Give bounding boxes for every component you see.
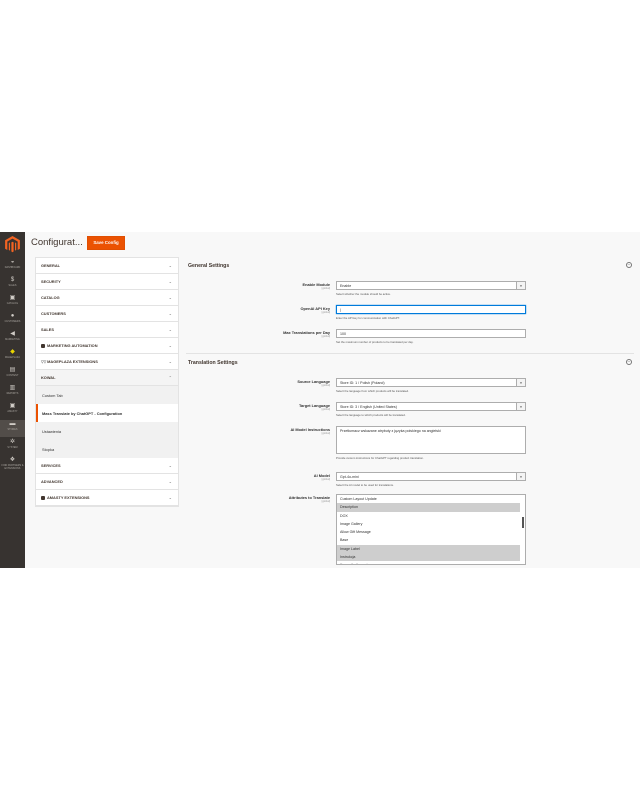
- max-translations-input[interactable]: 100: [336, 329, 526, 338]
- dollar-icon: $: [10, 277, 15, 283]
- attribute-option[interactable]: Description: [337, 503, 520, 512]
- subtab-mass-translate[interactable]: Mass Translate by ChatGPT - Configuratio…: [36, 404, 178, 422]
- admin-menu-reports[interactable]: ▥ REPORTS: [0, 384, 25, 401]
- target-language-select[interactable]: Store ID: 3 / English (United States) ▼: [336, 402, 526, 411]
- tab-security[interactable]: SECURITY ⌄: [36, 274, 178, 290]
- bar-chart-icon: ▥: [9, 385, 16, 391]
- chevron-up-icon: ⌃: [168, 375, 172, 380]
- megaphone-icon: ◀: [10, 331, 15, 337]
- gear-icon: ✲: [9, 439, 16, 445]
- admin-menu-label: SALES: [8, 284, 17, 287]
- admin-menu-dashboard[interactable]: ◒ DASHBOARD: [0, 258, 25, 275]
- chevron-down-icon: ⌄: [168, 311, 172, 316]
- api-key-input[interactable]: |: [336, 305, 526, 314]
- attribute-option[interactable]: DOX: [337, 512, 520, 520]
- mail-icon: [41, 343, 45, 348]
- collapse-icon[interactable]: −: [626, 359, 632, 365]
- tab-amasty-extensions[interactable]: AMASTY EXTENSIONS ⌄: [36, 490, 178, 506]
- save-config-button[interactable]: Save Config: [87, 236, 125, 250]
- cubes-icon: ❖: [9, 457, 16, 463]
- chevron-down-icon: ⌄: [168, 279, 172, 284]
- tab-customers[interactable]: CUSTOMERS ⌄: [36, 306, 178, 322]
- chevron-down-icon: ⌄: [168, 495, 172, 500]
- chevron-down-icon: ⌄: [168, 463, 172, 468]
- tab-services[interactable]: SERVICES ⌄: [36, 458, 178, 474]
- chevron-down-icon: ⌄: [168, 327, 172, 332]
- person-icon: ●: [10, 313, 15, 319]
- subtab-ustawienia[interactable]: Ustawienia: [36, 422, 178, 440]
- attribute-option[interactable]: Base: [337, 536, 520, 544]
- source-language-select[interactable]: Store ID: 1 / Polish (Poland) ▼: [336, 378, 526, 387]
- admin-menu-label: AMASTY: [7, 410, 18, 413]
- admin-menu-marketing[interactable]: ◀ MARKETING: [0, 330, 25, 347]
- chevron-down-icon: ▼: [516, 379, 525, 386]
- subtab-stopka[interactable]: Stopka: [36, 440, 178, 458]
- admin-menu-label: MAGEPLAZA: [4, 356, 21, 359]
- collapse-icon[interactable]: −: [626, 262, 632, 268]
- ai-model-select[interactable]: Gpt-4o-mini ▼: [336, 472, 526, 481]
- general-settings-header[interactable]: General Settings −: [186, 259, 634, 271]
- box-icon: ▣: [9, 295, 16, 301]
- admin-menu-stores[interactable]: ▬ STORES: [0, 420, 25, 437]
- tab-sales[interactable]: SALES ⌄: [36, 322, 178, 338]
- attributes-multiselect[interactable]: Custom Layout Update Description DOX Image …: [336, 494, 526, 565]
- enable-module-select[interactable]: Enable ▼: [336, 281, 526, 290]
- admin-menu-amasty[interactable]: ▣ AMASTY: [0, 402, 25, 419]
- diamond-icon: ◆: [10, 349, 15, 355]
- admin-menu-label: MARKETING: [5, 338, 20, 341]
- layout-icon: ▤: [9, 367, 16, 373]
- page-title: Configurat...: [31, 237, 83, 248]
- ai-instructions-textarea[interactable]: Przetłumacz wskazane atrybuty z języka p…: [336, 426, 526, 454]
- chevron-down-icon: ⌄: [168, 359, 172, 364]
- attribute-option[interactable]: Allow Gift Message: [337, 528, 520, 536]
- admin-menu-label: CONTENT: [6, 374, 19, 377]
- attribute-option[interactable]: Komunikat/uwagi: [337, 561, 520, 564]
- tab-general[interactable]: GENERAL ⌄: [36, 258, 178, 274]
- attribute-option[interactable]: Image Gallery: [337, 520, 520, 528]
- admin-menu-label: STORES: [7, 428, 18, 431]
- translation-settings-header[interactable]: Translation Settings −: [186, 356, 634, 368]
- chevron-down-icon: ⌄: [168, 479, 172, 484]
- chevron-down-icon: ▼: [516, 282, 525, 289]
- magento-logo-icon[interactable]: [5, 236, 20, 253]
- admin-menu-label: REPORTS: [6, 392, 19, 395]
- chevron-down-icon: ⌄: [168, 343, 172, 348]
- amasty-icon: ▣: [9, 403, 16, 409]
- config-tabs: GENERAL ⌄ SECURITY ⌄ CATALOG ⌄ CUSTOMERS ⌄ S…: [35, 257, 179, 507]
- chevron-down-icon: ⌄: [168, 295, 172, 300]
- admin-menu-catalog[interactable]: ▣ CATALOG: [0, 294, 25, 311]
- subtab-custom-tab[interactable]: Custom Tab: [36, 386, 178, 404]
- tab-marketing-automation[interactable]: MARKETING AUTOMATION ⌄: [36, 338, 178, 354]
- admin-menu-mageplaza[interactable]: ◆ MAGEPLAZA: [0, 348, 25, 365]
- chevron-down-icon: ▼: [516, 473, 525, 480]
- chevron-down-icon: ⌄: [168, 263, 172, 268]
- attribute-option[interactable]: Custom Layout Update: [337, 495, 520, 503]
- amasty-icon: [41, 495, 45, 500]
- tab-catalog[interactable]: CATALOG ⌄: [36, 290, 178, 306]
- admin-menu-find-partners-extensions[interactable]: ❖ FIND PARTNERS & EXTENSIONS: [0, 456, 25, 473]
- tab-advanced[interactable]: ADVANCED ⌄: [36, 474, 178, 490]
- store-icon: ▬: [9, 421, 16, 427]
- admin-sidebar: ◒ DASHBOARD $ SALES ▣ CATALOG ● CUSTOMERS ◀ MARKE…: [0, 232, 25, 568]
- admin-menu-label: FIND PARTNERS & EXTENSIONS: [1, 464, 24, 470]
- tab-mageplaza-extensions[interactable]: ▽▽ MAGEPLAZA EXTENSIONS ⌄: [36, 354, 178, 370]
- attribute-option[interactable]: Instrukcja: [337, 553, 520, 562]
- admin-menu-system[interactable]: ✲ SYSTEM: [0, 438, 25, 455]
- admin-menu-label: SYSTEM: [7, 446, 18, 449]
- admin-menu-label: DASHBOARD: [4, 266, 21, 269]
- tab-kowal[interactable]: KOWAL ⌃: [36, 370, 178, 386]
- attribute-option[interactable]: Image Label: [337, 544, 520, 554]
- admin-app: ◒ DASHBOARD $ SALES ▣ CATALOG ● CUSTOMERS ◀ MARKE…: [0, 232, 640, 568]
- scrollbar-thumb[interactable]: [522, 517, 524, 528]
- admin-menu-sales[interactable]: $ SALES: [0, 276, 25, 293]
- admin-menu-label: CATALOG: [6, 302, 19, 305]
- admin-menu-label: CUSTOMERS: [4, 320, 21, 323]
- chevron-down-icon: ▼: [516, 403, 525, 410]
- dashboard-icon: ◒: [10, 259, 15, 265]
- admin-menu-customers[interactable]: ● CUSTOMERS: [0, 312, 25, 329]
- section-divider: [186, 353, 634, 354]
- admin-menu-content[interactable]: ▤ CONTENT: [0, 366, 25, 383]
